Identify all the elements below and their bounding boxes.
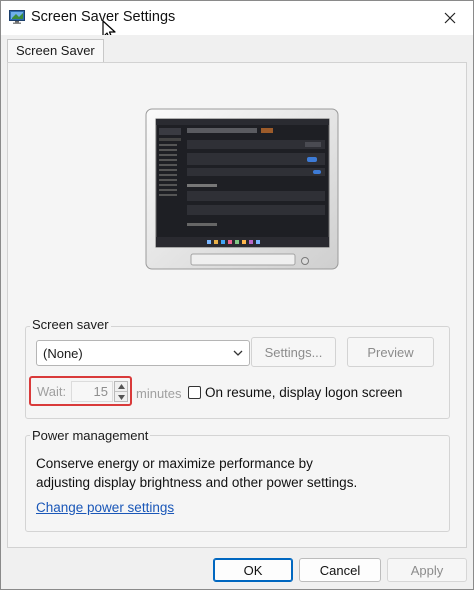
preview-button[interactable]: Preview xyxy=(347,337,434,367)
wait-spinner[interactable] xyxy=(114,381,128,402)
minutes-label: minutes xyxy=(136,386,182,401)
ok-button[interactable]: OK xyxy=(213,558,293,582)
screen-saver-group-label: Screen saver xyxy=(30,317,111,332)
close-button[interactable] xyxy=(427,1,473,35)
screen-saver-selected-value: (None) xyxy=(43,346,83,361)
screen-saver-app-icon xyxy=(9,10,25,24)
title-bar: Screen Saver Settings xyxy=(1,1,473,41)
spin-down-button[interactable] xyxy=(115,392,127,402)
spin-up-button[interactable] xyxy=(115,382,127,392)
screen-saver-settings-window: Screen Saver Settings Screen Saver Scree… xyxy=(0,0,474,590)
spin-down-icon xyxy=(117,394,125,400)
wait-minutes-input[interactable]: 15 xyxy=(71,381,113,402)
monitor-preview xyxy=(145,108,339,270)
resume-logon-label[interactable]: On resume, display logon screen xyxy=(205,385,402,400)
settings-button[interactable]: Settings... xyxy=(251,337,336,367)
apply-button[interactable]: Apply xyxy=(387,558,467,582)
tab-page: Screen saver (None) Settings... Preview … xyxy=(7,62,467,548)
power-management-description: Conserve energy or maximize performance … xyxy=(36,456,358,490)
chevron-down-icon xyxy=(233,350,243,356)
wait-highlight: Wait: 15 xyxy=(29,376,132,406)
close-icon xyxy=(444,12,456,24)
tab-screen-saver[interactable]: Screen Saver xyxy=(7,39,104,63)
wait-label: Wait: xyxy=(37,384,67,399)
resume-logon-checkbox[interactable] xyxy=(188,386,201,399)
tab-strip: Screen Saver xyxy=(1,35,473,63)
cancel-button[interactable]: Cancel xyxy=(299,558,381,582)
spin-up-icon xyxy=(117,384,125,389)
screen-saver-select[interactable]: (None) xyxy=(36,340,250,366)
change-power-settings-link[interactable]: Change power settings xyxy=(36,500,174,515)
power-management-group-label: Power management xyxy=(30,428,151,443)
